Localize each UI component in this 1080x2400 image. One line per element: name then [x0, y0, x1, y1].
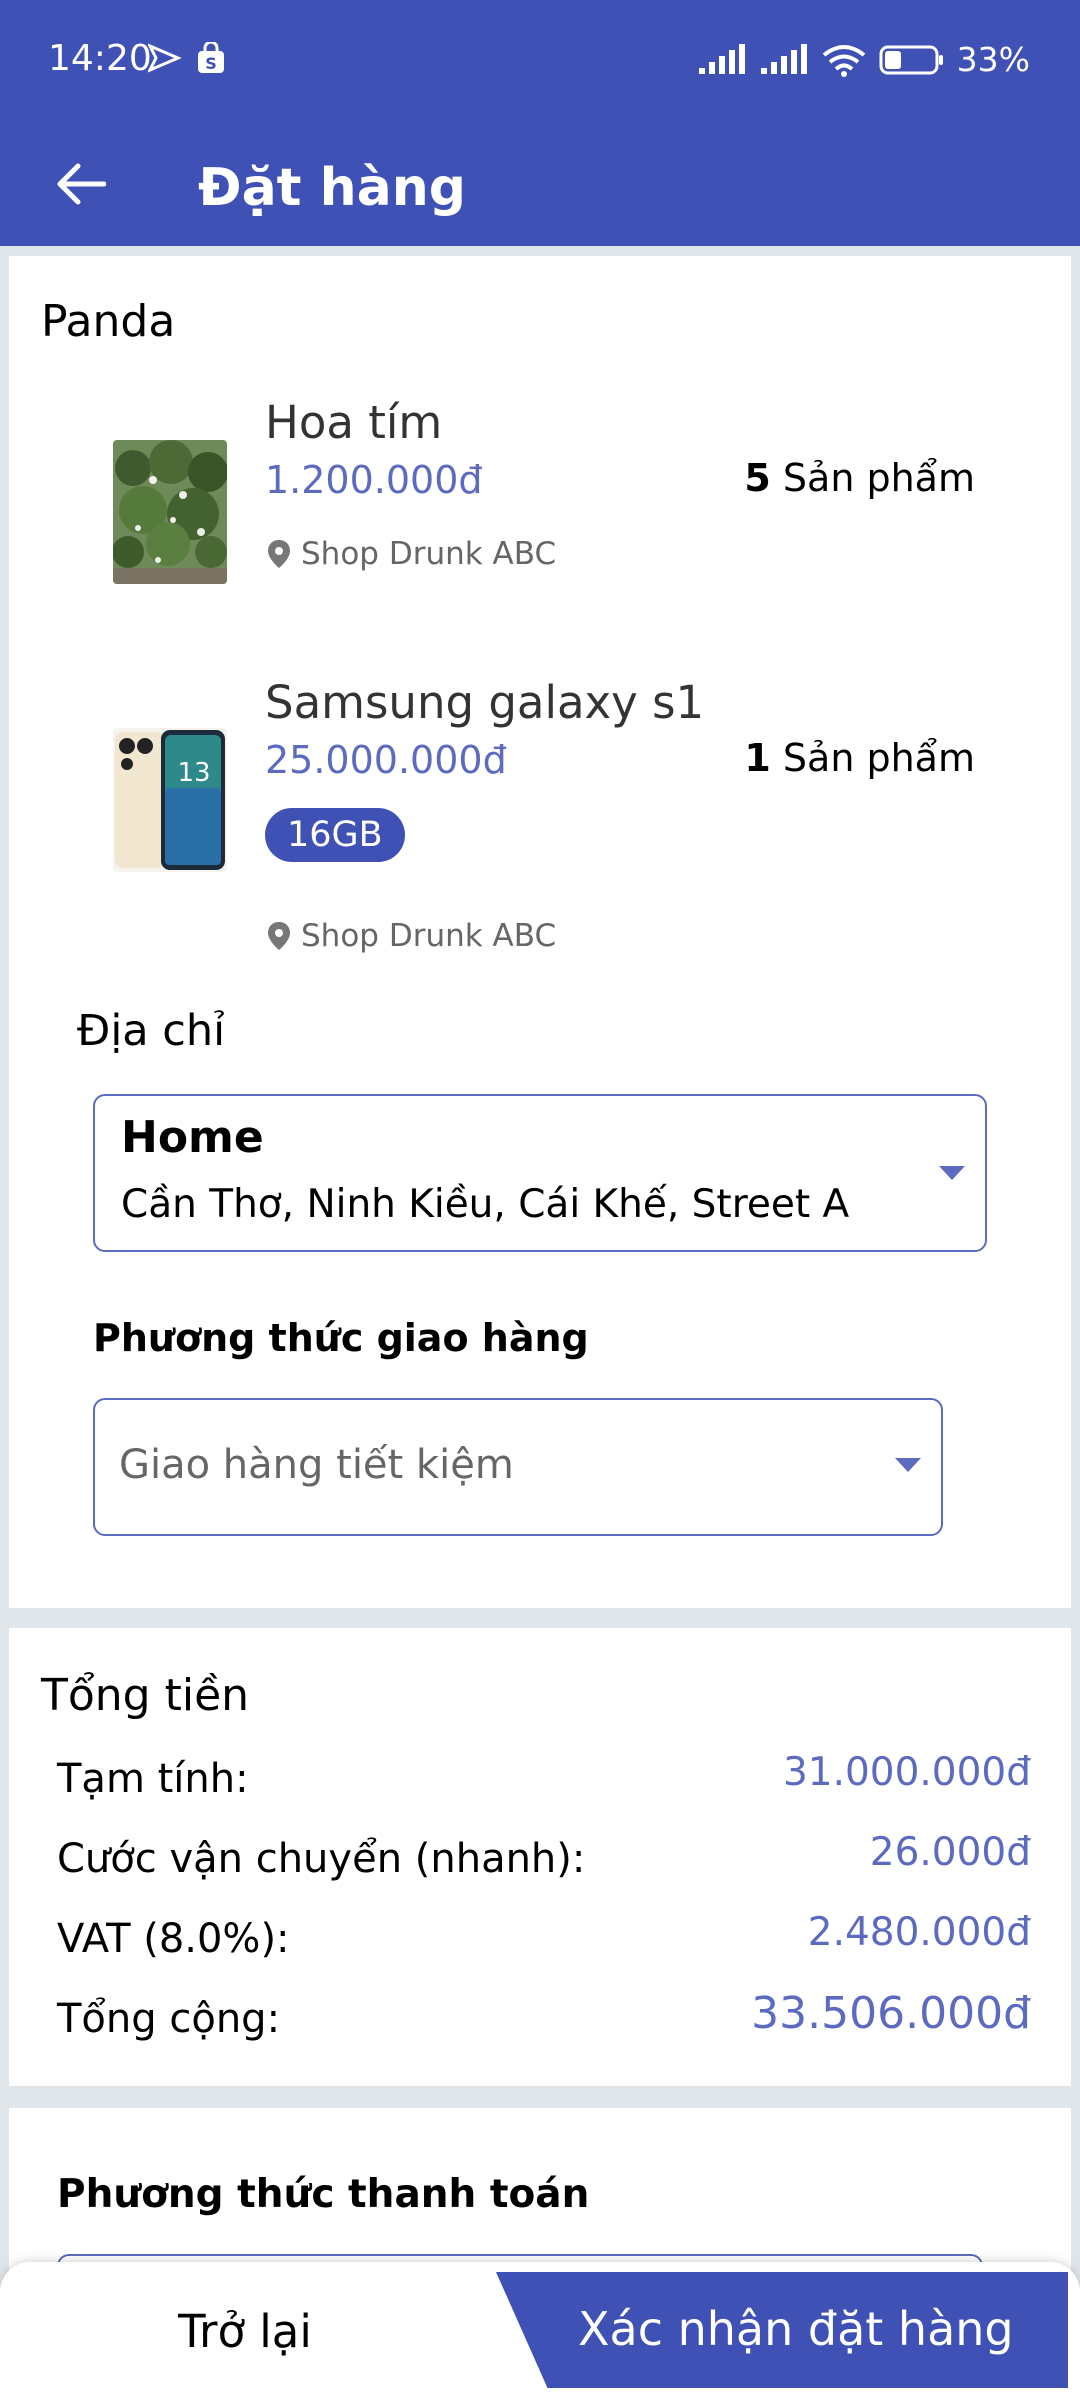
status-bar: 14:20 S 33%	[0, 0, 1080, 122]
subtotal-label: Tạm tính:	[57, 1756, 249, 1802]
address-title: Home	[121, 1112, 264, 1163]
page-title: Đặt hàng	[198, 158, 466, 218]
signal-icon	[760, 43, 807, 74]
address-label: Địa chỉ	[77, 1006, 226, 1056]
product-item[interactable]: 13 Samsung galaxy s1 25.000.000đ 1 Sản p…	[9, 676, 1071, 976]
shipping-method-label: Phương thức giao hàng	[93, 1316, 589, 1360]
confirm-order-button[interactable]: Xác nhận đặt hàng	[496, 2272, 1068, 2388]
total-title: Tổng tiền	[41, 1670, 250, 1721]
phone-screen-number: 13	[177, 758, 211, 788]
product-price: 25.000.000đ	[265, 738, 507, 782]
back-button[interactable]	[44, 148, 116, 220]
signal-icon	[698, 43, 745, 74]
product-thumbnail: 13	[113, 728, 227, 872]
subtotal-row: Tạm tính: 31.000.000đ	[57, 1750, 1031, 1810]
shipping-fee-row: Cước vận chuyển (nhanh): 26.000đ	[57, 1830, 1031, 1890]
quantity-number: 5	[744, 456, 771, 500]
total-card: Tổng tiền Tạm tính: 31.000.000đ Cước vận…	[9, 1628, 1071, 2086]
dropdown-caret-icon	[895, 1458, 921, 1472]
subtotal-value: 31.000.000đ	[782, 1750, 1031, 1795]
quantity-number: 1	[744, 736, 771, 780]
svg-text:S: S	[205, 54, 217, 73]
shipping-method-dropdown[interactable]: Giao hàng tiết kiệm	[93, 1398, 943, 1536]
location-pin-icon	[268, 540, 290, 568]
confirm-order-label: Xác nhận đặt hàng	[578, 2302, 1014, 2356]
smartphone-photo	[113, 728, 227, 872]
app-bar: Đặt hàng	[0, 122, 1080, 246]
product-shop: Shop Drunk ABC	[267, 536, 556, 572]
wifi-icon	[822, 44, 865, 77]
payment-method-label: Phương thức thanh toán	[57, 2172, 590, 2217]
product-shop: Shop Drunk ABC	[267, 918, 556, 954]
back-text-button[interactable]: Trở lại	[0, 2262, 490, 2400]
status-system-icons: 33%	[697, 40, 1030, 79]
product-thumbnail	[113, 440, 227, 584]
product-shop-name: Shop Drunk ABC	[301, 536, 557, 572]
battery-icon	[879, 45, 943, 74]
product-quantity: 1 Sản phẩm	[744, 736, 975, 780]
shop-name: Panda	[41, 296, 176, 347]
product-shop-name: Shop Drunk ABC	[301, 918, 557, 954]
battery-percentage: 33%	[956, 40, 1030, 79]
address-detail: Cần Thơ, Ninh Kiều, Cái Khế, Street A	[121, 1182, 850, 1227]
status-time: 14:20	[48, 38, 152, 79]
arrow-left-icon	[57, 163, 106, 205]
bottom-action-bar: Trở lại Xác nhận đặt hàng	[0, 2262, 1080, 2400]
shipping-method-value: Giao hàng tiết kiệm	[119, 1442, 514, 1488]
product-name: Samsung galaxy s1	[265, 676, 705, 729]
product-price: 1.200.000đ	[265, 458, 483, 502]
grand-total-row: Tổng cộng: 33.506.000đ	[57, 1988, 1031, 2048]
shipping-fee-label: Cước vận chuyển (nhanh):	[57, 1836, 586, 1882]
vat-label: VAT (8.0%):	[57, 1916, 290, 1962]
vat-value: 2.480.000đ	[807, 1910, 1031, 1955]
status-notification-icons: S	[148, 42, 226, 74]
variant-badge: 16GB	[265, 808, 405, 862]
product-item[interactable]: Hoa tím 1.200.000đ 5 Sản phẩm Shop Drunk…	[9, 396, 1071, 626]
quantity-unit: Sản phẩm	[770, 736, 975, 780]
dropdown-caret-icon	[939, 1166, 965, 1180]
location-pin-icon	[268, 922, 290, 950]
grand-total-label: Tổng cộng:	[57, 1996, 281, 2042]
quantity-unit: Sản phẩm	[770, 456, 975, 500]
address-dropdown[interactable]: Home Cần Thơ, Ninh Kiều, Cái Khế, Street…	[93, 1094, 987, 1252]
order-card: Panda Hoa tím 1.200.000đ 5 Sản phẩm Shop…	[9, 256, 1071, 1608]
shop-bag-icon: S	[198, 42, 224, 73]
send-icon	[148, 43, 182, 73]
shipping-fee-value: 26.000đ	[869, 1830, 1031, 1875]
grand-total-value: 33.506.000đ	[751, 1988, 1031, 2039]
flower-plant-photo	[113, 440, 227, 584]
product-quantity: 5 Sản phẩm	[744, 456, 975, 500]
product-name: Hoa tím	[265, 396, 443, 449]
vat-row: VAT (8.0%): 2.480.000đ	[57, 1910, 1031, 1970]
